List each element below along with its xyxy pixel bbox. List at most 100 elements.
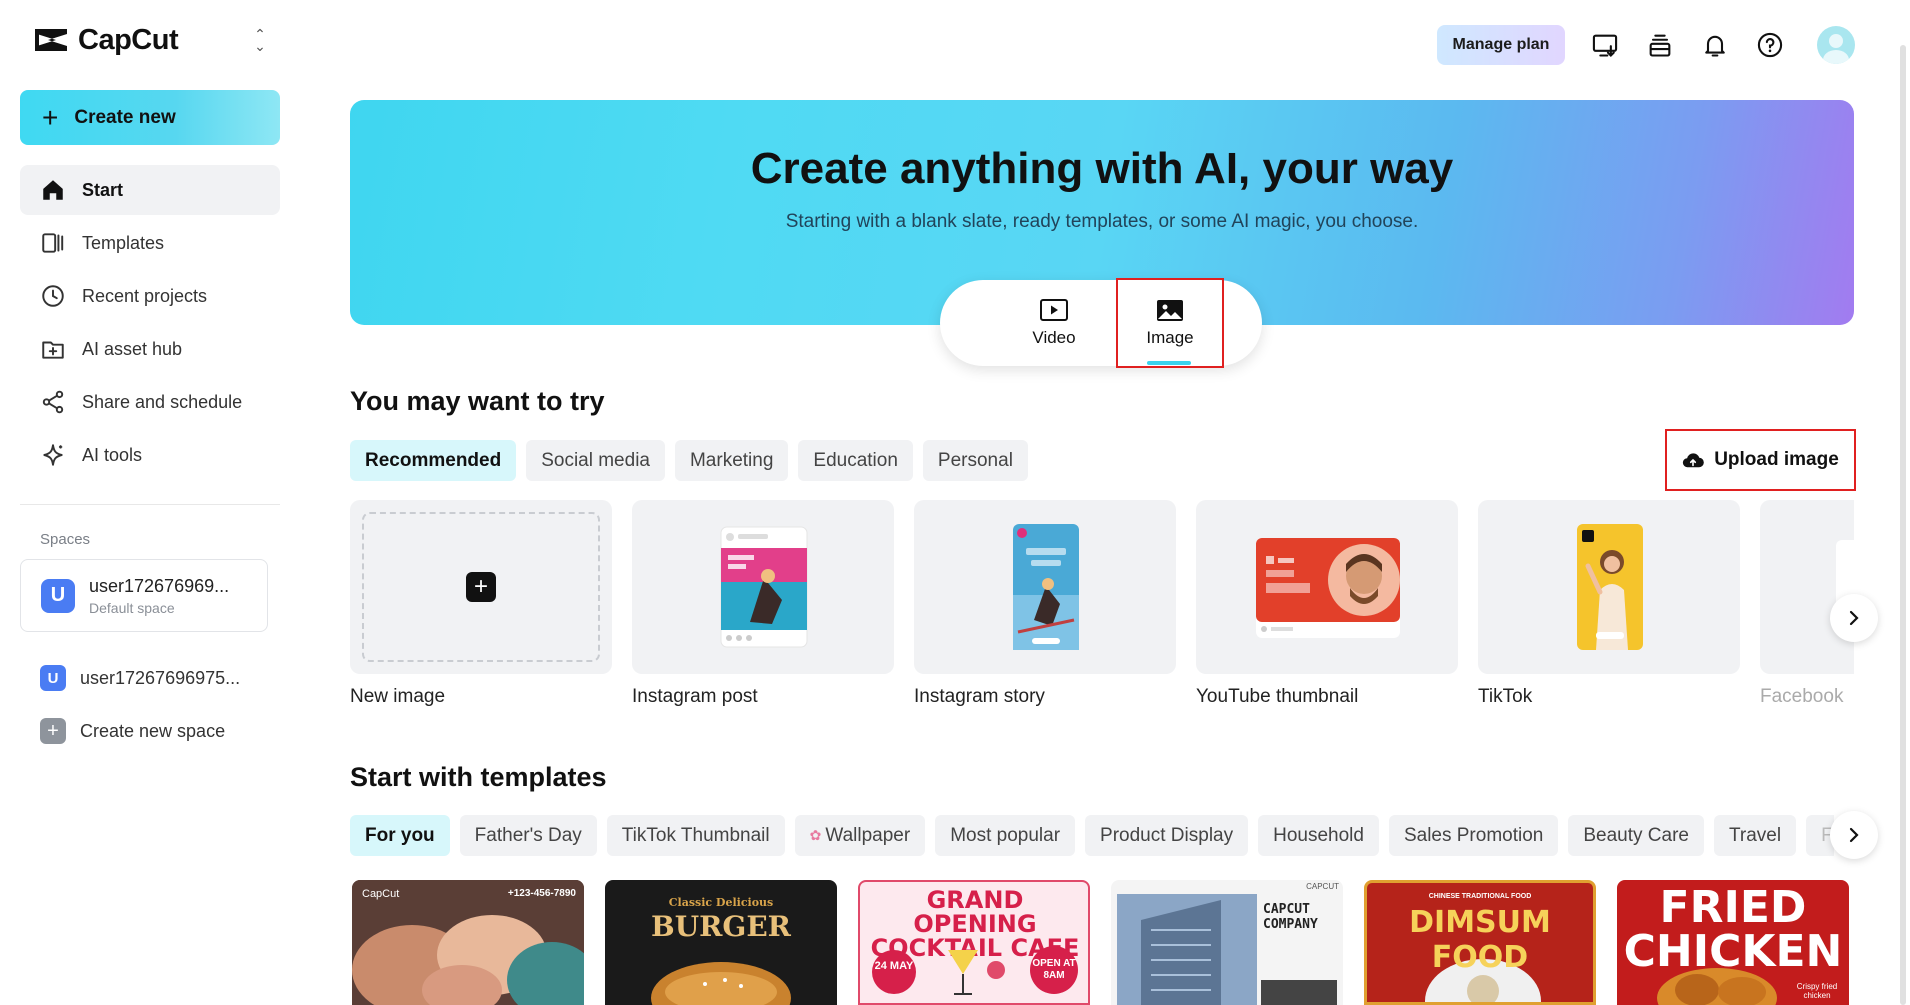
template-headline: FRIED CHICKEN	[1623, 882, 1843, 977]
youtube-thumbnail-preview	[1256, 538, 1400, 638]
plus-icon: +	[466, 572, 496, 602]
chip-most-popular[interactable]: Most popular	[935, 815, 1076, 856]
card-label: New image	[350, 686, 446, 707]
capcut-logo-icon	[35, 29, 67, 51]
template-filter-chips: For you Father's Day TikTok Thumbnail ✿ …	[350, 815, 1834, 856]
chip-social-media[interactable]: Social media	[526, 440, 665, 481]
current-space-card[interactable]: U user172676969... Default space	[20, 559, 268, 632]
chevron-right-icon	[1849, 610, 1859, 626]
chip-fathers-day[interactable]: Father's Day	[459, 815, 597, 856]
sidebar-item-ai-asset-hub[interactable]: AI asset hub	[20, 324, 280, 374]
building-photo	[1117, 894, 1337, 1005]
chip-education[interactable]: Education	[798, 440, 913, 481]
template-tile-hands[interactable]: CapCut +123-456-7890	[352, 880, 584, 1005]
sidebar-divider	[20, 504, 280, 505]
template-tile-fried-chicken[interactable]: FRIED CHICKEN Crispy fried chicken	[1617, 880, 1849, 1005]
upload-image-button[interactable]: Upload image	[1665, 429, 1856, 491]
sidebar-item-label: AI asset hub	[82, 338, 183, 359]
card-youtube-thumbnail[interactable]	[1196, 500, 1458, 674]
sidebar-item-label: Share and schedule	[82, 391, 243, 412]
sidebar-item-ai-tools[interactable]: AI tools	[20, 430, 280, 480]
chip-travel[interactable]: Travel	[1713, 815, 1797, 856]
space-name: user172676969...	[89, 575, 230, 596]
template-brand: CapCut	[362, 888, 400, 900]
chip-personal[interactable]: Personal	[922, 440, 1028, 481]
template-phone: +123-456-7890	[507, 888, 576, 899]
stack-icon[interactable]	[1644, 29, 1676, 61]
card-facebook[interactable]	[1760, 500, 1854, 674]
chip-marketing[interactable]: Marketing	[674, 440, 789, 481]
sidebar-item-templates[interactable]: Templates	[20, 218, 280, 268]
chip-beauty-care[interactable]: Beauty Care	[1568, 815, 1704, 856]
create-new-space-label: Create new space	[80, 720, 226, 741]
sidebar-nav: Start Templates Recent projects AI asset…	[20, 165, 280, 483]
chip-tiktok-thumbnail[interactable]: TikTok Thumbnail	[606, 815, 785, 856]
instagram-post-preview	[720, 526, 808, 648]
sidebar-item-share-and-schedule[interactable]: Share and schedule	[20, 377, 280, 427]
template-open-badge: OPEN AT 8AM	[1030, 946, 1078, 994]
chip-product-display[interactable]: Product Display	[1085, 815, 1249, 856]
sidebar-item-label: Start	[82, 179, 124, 200]
user-avatar[interactable]	[1817, 26, 1855, 64]
image-icon	[1157, 300, 1183, 321]
space-name: user17267696975...	[80, 667, 241, 688]
template-brand: CAPCUT	[1306, 882, 1339, 891]
space-avatar: U	[40, 665, 66, 691]
manage-plan-button[interactable]: Manage plan	[1437, 25, 1565, 65]
template-tile-burger[interactable]: Classic Delicious BURGER	[605, 880, 837, 1005]
chip-label: Wallpaper	[825, 824, 911, 846]
other-space-item[interactable]: U user17267696975...	[40, 662, 240, 694]
space-avatar: U	[41, 578, 75, 613]
mode-image-button[interactable]: Image	[1116, 278, 1224, 368]
templates-section-title: Start with templates	[350, 762, 607, 792]
plus-icon: +	[40, 718, 66, 744]
chip-household[interactable]: Household	[1258, 815, 1379, 856]
help-icon[interactable]	[1754, 29, 1786, 61]
clock-icon	[42, 285, 64, 307]
hero-subtitle: Starting with a blank slate, ready templ…	[785, 211, 1419, 232]
page-scrollbar[interactable]	[1900, 45, 1906, 1005]
desktop-download-icon[interactable]	[1589, 29, 1621, 61]
template-tile-company[interactable]: CAPCUT CAPCUT COMPANY	[1111, 880, 1343, 1005]
capcut-logo[interactable]: CapCut	[34, 22, 179, 58]
create-new-button[interactable]: + Create new	[20, 90, 280, 145]
template-tile-cocktail[interactable]: GRAND OPENING COCKTAIL CAFE 24 MAY OPEN …	[858, 880, 1090, 1005]
chip-recommended[interactable]: Recommended	[350, 440, 517, 481]
share-icon	[42, 390, 64, 414]
card-label: Facebook	[1760, 686, 1844, 707]
mode-switch: Video Image	[940, 278, 1262, 368]
card-label: Instagram post	[632, 686, 758, 707]
mode-video-button[interactable]: Video	[1002, 280, 1106, 366]
avatar-body	[1823, 50, 1849, 64]
card-new-image[interactable]: +	[350, 500, 612, 674]
card-instagram-post[interactable]	[632, 500, 894, 674]
chip-for-you[interactable]: For you	[350, 815, 450, 856]
templates-next-arrow-button[interactable]	[1830, 811, 1878, 859]
video-icon	[1040, 299, 1068, 321]
workspace-switch-icon[interactable]: ⌃ ⌄	[250, 27, 270, 53]
mode-label: Image	[1146, 328, 1194, 347]
bell-icon[interactable]	[1699, 29, 1731, 61]
card-label: TikTok	[1478, 686, 1533, 707]
next-arrow-button[interactable]	[1830, 594, 1878, 642]
chip-sales-promotion[interactable]: Sales Promotion	[1388, 815, 1559, 856]
card-tiktok[interactable]	[1478, 500, 1740, 674]
create-new-label: Create new	[74, 106, 176, 128]
spaces-title: Spaces	[40, 531, 91, 548]
instagram-story-preview	[1013, 524, 1079, 650]
create-new-space-button[interactable]: + Create new space	[40, 715, 225, 747]
template-tile-dimsum[interactable]: CHINESE TRADITIONAL FOOD DIMSUM FOOD	[1364, 880, 1596, 1005]
sidebar-item-recent-projects[interactable]: Recent projects	[20, 271, 280, 321]
mode-label: Video	[1032, 328, 1076, 347]
space-subtitle: Default space	[89, 599, 175, 616]
try-section-title: You may want to try	[350, 386, 605, 416]
facebook-preview	[1836, 540, 1854, 630]
sidebar-item-start[interactable]: Start	[20, 165, 280, 215]
sparkle-icon	[43, 444, 63, 466]
templates-chips-viewport: For you Father's Day TikTok Thumbnail ✿ …	[350, 815, 1834, 859]
template-headline: CAPCUT COMPANY	[1263, 902, 1318, 932]
card-instagram-story[interactable]	[914, 500, 1176, 674]
template-kicker: CHINESE TRADITIONAL FOOD	[1428, 893, 1532, 900]
template-subtitle: Crispy fried chicken	[1796, 982, 1838, 1000]
chip-wallpaper[interactable]: ✿ Wallpaper	[794, 815, 926, 856]
